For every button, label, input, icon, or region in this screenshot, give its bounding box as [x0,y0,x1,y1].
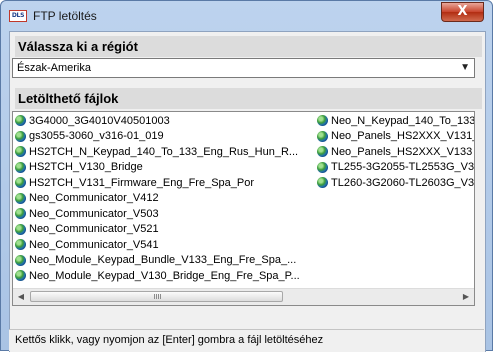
list-item[interactable]: HS2TCH_V130_Bridge [15,160,307,176]
region-dropdown[interactable]: Észak-Amerika ▼ [12,58,475,78]
globe-icon [15,177,26,189]
list-item[interactable]: HS2TCH_N_Keypad_140_To_133_Eng_Rus_Hun_R… [15,144,307,160]
list-item[interactable]: Neo_Panels_HS2XXX_V131_E [317,129,475,145]
globe-icon [317,177,328,189]
file-name: HS2TCH_V130_Bridge [29,161,143,174]
scroll-right-arrow-icon[interactable]: ▶ [458,289,474,305]
globe-icon [15,130,26,142]
title-bar[interactable]: DLS FTP letöltés X [1,1,492,31]
scrollbar-thumb[interactable] [30,291,283,302]
list-item[interactable]: Neo_Module_Keypad_V130_Bridge_Eng_Fre_Sp… [15,268,307,284]
globe-icon [317,130,328,142]
list-item[interactable]: gs3055-3060_v316-01_019 [15,129,307,145]
globe-icon [15,161,26,173]
file-name: Neo_Communicator_V541 [29,238,159,251]
list-item[interactable]: TL255-3G2055-TL2553G_V30 [317,160,475,176]
list-item[interactable]: HS2TCH_V131_Firmware_Eng_Fre_Spa_Por [15,175,307,191]
globe-icon [15,192,26,204]
list-item[interactable]: 3G4000_3G4010V40501003 [15,113,307,129]
file-name: HS2TCH_N_Keypad_140_To_133_Eng_Rus_Hun_R… [29,145,299,158]
files-heading: Letölthető fájlok [15,88,482,109]
globe-icon [15,223,26,235]
globe-icon [317,161,328,173]
file-name: Neo_Panels_HS2XXX_V133 [331,145,473,158]
file-name: Neo_Communicator_V412 [29,192,159,205]
globe-icon [15,115,26,127]
file-name: Neo_Module_Keypad_Bundle_V133_Eng_Fre_Sp… [29,254,297,267]
file-list[interactable]: 3G4000_3G4010V40501003 gs3055-3060_v316-… [12,111,475,306]
region-selected-value: Észak-Amerika [17,62,91,74]
region-heading: Válassza ki a régiót [15,36,482,57]
file-name: HS2TCH_V131_Firmware_Eng_Fre_Spa_Por [29,176,254,189]
globe-icon [15,239,26,251]
status-bar: Kettős klikk, vagy nyomjon az [Enter] go… [9,329,484,351]
file-name: TL255-3G2055-TL2553G_V30 [331,161,475,174]
file-list-column-left: 3G4000_3G4010V40501003 gs3055-3060_v316-… [15,113,307,284]
list-item[interactable]: Neo_Communicator_V541 [15,237,307,253]
app-logo-icon: DLS [9,10,27,22]
file-name: Neo_Panels_HS2XXX_V131_E [331,130,475,143]
list-item[interactable]: Neo_Communicator_V503 [15,206,307,222]
file-list-column-right: Neo_N_Keypad_140_To_133_ Neo_Panels_HS2X… [317,113,475,191]
file-name: 3G4000_3G4010V40501003 [29,114,170,127]
close-button[interactable]: X [441,2,484,22]
chevron-down-icon[interactable]: ▼ [460,62,470,73]
list-item[interactable]: Neo_Module_Keypad_Bundle_V133_Eng_Fre_Sp… [15,253,307,269]
globe-icon [15,208,26,220]
file-name: Neo_N_Keypad_140_To_133_ [331,114,475,127]
list-item[interactable]: TL260-3G2060-TL2603G_V30 [317,175,475,191]
list-item[interactable]: Neo_Communicator_V521 [15,222,307,238]
globe-icon [317,115,328,127]
window-title: FTP letöltés [33,9,97,23]
scroll-left-arrow-icon[interactable]: ◀ [13,289,29,305]
globe-icon [15,270,26,282]
file-name: gs3055-3060_v316-01_019 [29,130,164,143]
list-item[interactable]: Neo_N_Keypad_140_To_133_ [317,113,475,129]
file-name: Neo_Communicator_V521 [29,223,159,236]
globe-icon [15,254,26,266]
file-name: Neo_Communicator_V503 [29,207,159,220]
file-name: Neo_Module_Keypad_V130_Bridge_Eng_Fre_Sp… [29,269,300,282]
globe-icon [15,146,26,158]
list-item[interactable]: Neo_Communicator_V412 [15,191,307,207]
status-text: Kettős klikk, vagy nyomjon az [Enter] go… [15,334,324,346]
file-name: TL260-3G2060-TL2603G_V30 [331,176,475,189]
grip-icon [153,294,161,299]
globe-icon [317,146,328,158]
list-item[interactable]: Neo_Panels_HS2XXX_V133 [317,144,474,160]
horizontal-scrollbar[interactable]: ◀ ▶ [13,288,474,305]
